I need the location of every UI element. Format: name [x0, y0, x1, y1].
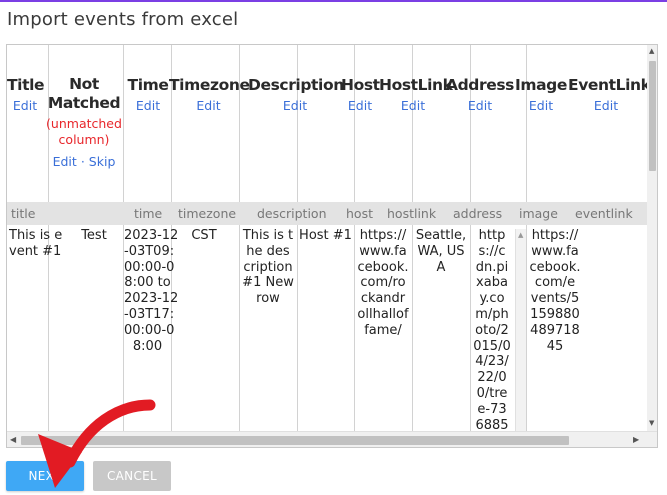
edit-description-column-link[interactable]: Edit — [248, 98, 342, 113]
vertical-scroll-thumb[interactable] — [649, 61, 656, 171]
column-header-image: Image Edit — [513, 75, 569, 113]
cell-host: Host #1 — [299, 228, 352, 243]
cell-eventlink: https:// www.fa cebook. com/e vents/5 15… — [529, 228, 581, 354]
column-title: Timezone — [169, 76, 250, 94]
field-name-hostlink: hostlink — [387, 206, 437, 221]
cell-timezone: CST — [191, 228, 217, 243]
link-separator: · — [80, 154, 85, 169]
edit-address-column-link[interactable]: Edit — [446, 98, 514, 113]
cell-scrollbar[interactable]: ▲ — [515, 229, 526, 445]
dialog-title: Import events from excel — [7, 9, 239, 30]
cell-address: Seattle, WA, US A — [415, 228, 467, 275]
column-title: Time — [127, 76, 169, 94]
field-name-host: host — [346, 206, 373, 221]
scroll-right-arrow-icon[interactable]: ▶ — [633, 435, 639, 444]
field-name-description: description — [257, 206, 327, 221]
column-header-eventlink: EventLink Edit — [568, 75, 651, 113]
edit-timezone-column-link[interactable]: Edit — [169, 98, 248, 113]
field-name-title: title — [11, 206, 36, 221]
column-header-time: Time Edit — [123, 75, 173, 113]
next-button[interactable]: NEXT — [6, 461, 84, 491]
field-name-address: address — [453, 206, 503, 221]
horizontal-scrollbar[interactable]: ◀ ▶ — [7, 431, 657, 447]
column-title: Not Matched — [47, 75, 121, 112]
column-title: HostLink — [379, 76, 453, 94]
cell-time: 2023-12 -03T09: 00:00-0 8:00 to 2023-12 … — [124, 228, 179, 354]
horizontal-scroll-thumb[interactable] — [21, 436, 569, 445]
column-header-host: Host Edit — [341, 75, 380, 113]
vertical-scrollbar[interactable]: ▲ ▼ — [647, 45, 657, 431]
column-title: Description — [248, 76, 344, 94]
scroll-up-arrow-icon[interactable]: ▲ — [649, 47, 654, 55]
top-accent-bar — [0, 0, 667, 2]
scroll-down-arrow-icon[interactable]: ▼ — [649, 419, 654, 427]
column-header-title: Title Edit — [7, 75, 45, 113]
column-header-address: Address Edit — [446, 75, 514, 113]
field-name-timezone: timezone — [178, 206, 237, 221]
field-name-time: time — [134, 206, 163, 221]
column-header-description: Description Edit — [248, 75, 344, 113]
edit-image-column-link[interactable]: Edit — [513, 98, 569, 113]
column-title: EventLink — [568, 76, 651, 94]
skip-column-link[interactable]: Skip — [89, 154, 116, 169]
cell-hostlink: https:// www.fa cebook. com/ro ckandr ol… — [357, 228, 409, 338]
edit-title-column-link[interactable]: Edit — [7, 98, 43, 113]
scroll-up-arrow-icon[interactable]: ▲ — [518, 231, 523, 239]
not-matched-actions: Edit · Skip — [43, 154, 125, 169]
scroll-left-arrow-icon[interactable]: ◀ — [10, 435, 16, 444]
cell-not-matched: Test — [81, 228, 107, 243]
column-title: Address — [446, 76, 514, 94]
column-header-hostlink: HostLink Edit — [379, 75, 453, 113]
column-title: Image — [515, 76, 567, 94]
column-header-timezone: Timezone Edit — [169, 75, 250, 113]
unmatched-column-note: (unmatched column) — [46, 116, 122, 147]
cell-image-url: http s://c dn.pi xaba y.co m/ph oto/2 01… — [473, 228, 511, 433]
edit-host-column-link[interactable]: Edit — [341, 98, 379, 113]
edit-not-matched-link[interactable]: Edit — [53, 154, 77, 169]
cell-title: This is e vent #1 — [9, 228, 63, 259]
edit-eventlink-column-link[interactable]: Edit — [568, 98, 644, 113]
edit-time-column-link[interactable]: Edit — [123, 98, 173, 113]
cancel-button[interactable]: CANCEL — [93, 461, 171, 491]
column-title: Title — [7, 76, 45, 94]
field-name-image: image — [519, 206, 558, 221]
import-preview-table: Title Edit Not Matched (unmatched column… — [6, 44, 658, 448]
field-names-row: title time timezone description host hos… — [7, 202, 647, 225]
cell-description: This is t he des cription #1 New row — [242, 228, 294, 307]
column-title: Host — [341, 76, 380, 94]
column-header-not-matched: Not Matched (unmatched column) Edit · Skip — [43, 75, 125, 169]
field-name-eventlink: eventlink — [575, 206, 633, 221]
edit-hostlink-column-link[interactable]: Edit — [379, 98, 447, 113]
